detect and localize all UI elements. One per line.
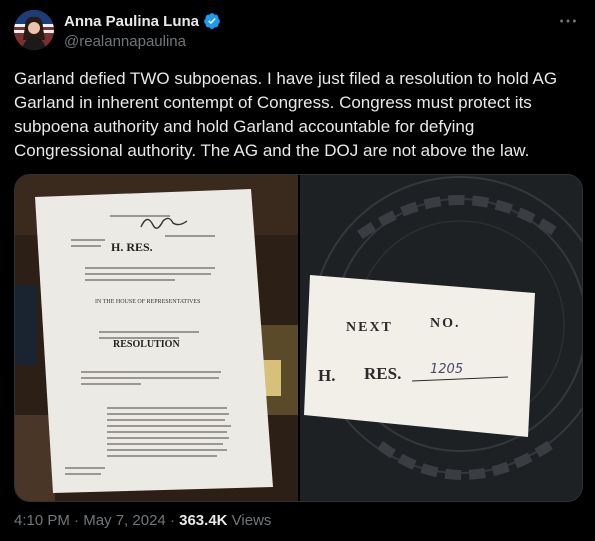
views-count: 363.4K	[179, 512, 228, 529]
photo-next-number-card[interactable]: NEXT NO. H. RES. 1205	[300, 175, 582, 501]
tweet-time[interactable]: 4:10 PM	[14, 512, 70, 529]
views-label: Views	[231, 512, 272, 529]
tweet-text: Garland defied TWO subpoenas. I have jus…	[14, 69, 558, 160]
meta-separator: ·	[74, 512, 80, 529]
profile-photo-icon	[14, 10, 54, 50]
more-options-icon[interactable]	[557, 10, 579, 32]
verified-badge-icon	[204, 13, 220, 29]
avatar[interactable]	[14, 10, 54, 50]
media-grid: H. RES. IN THE HOUSE OF REPRESENTATIVES …	[14, 174, 583, 502]
tweet-date[interactable]: May 7, 2024	[83, 512, 166, 529]
card-no: NO.	[430, 316, 461, 331]
card-number: 1205	[430, 362, 463, 377]
card-res: RES.	[364, 364, 401, 383]
photo-resolution-document[interactable]: H. RES. IN THE HOUSE OF REPRESENTATIVES …	[15, 175, 298, 501]
doc-heading: RESOLUTION	[113, 339, 180, 350]
handle[interactable]: @realannapaulina	[64, 33, 186, 50]
meta-separator-2: ·	[169, 512, 175, 529]
doc-house-line: IN THE HOUSE OF REPRESENTATIVES	[95, 299, 200, 305]
tweet-header: Anna Paulina Luna @realannapaulina	[14, 10, 581, 60]
display-name[interactable]: Anna Paulina Luna	[64, 13, 199, 30]
name-row: Anna Paulina Luna	[64, 12, 221, 30]
tweet-meta: 4:10 PM · May 7, 2024 · 363.4K Views	[14, 512, 271, 529]
doc-h-res: H. RES.	[111, 240, 153, 254]
card-h: H.	[318, 366, 335, 385]
card-next: NEXT	[346, 320, 393, 335]
